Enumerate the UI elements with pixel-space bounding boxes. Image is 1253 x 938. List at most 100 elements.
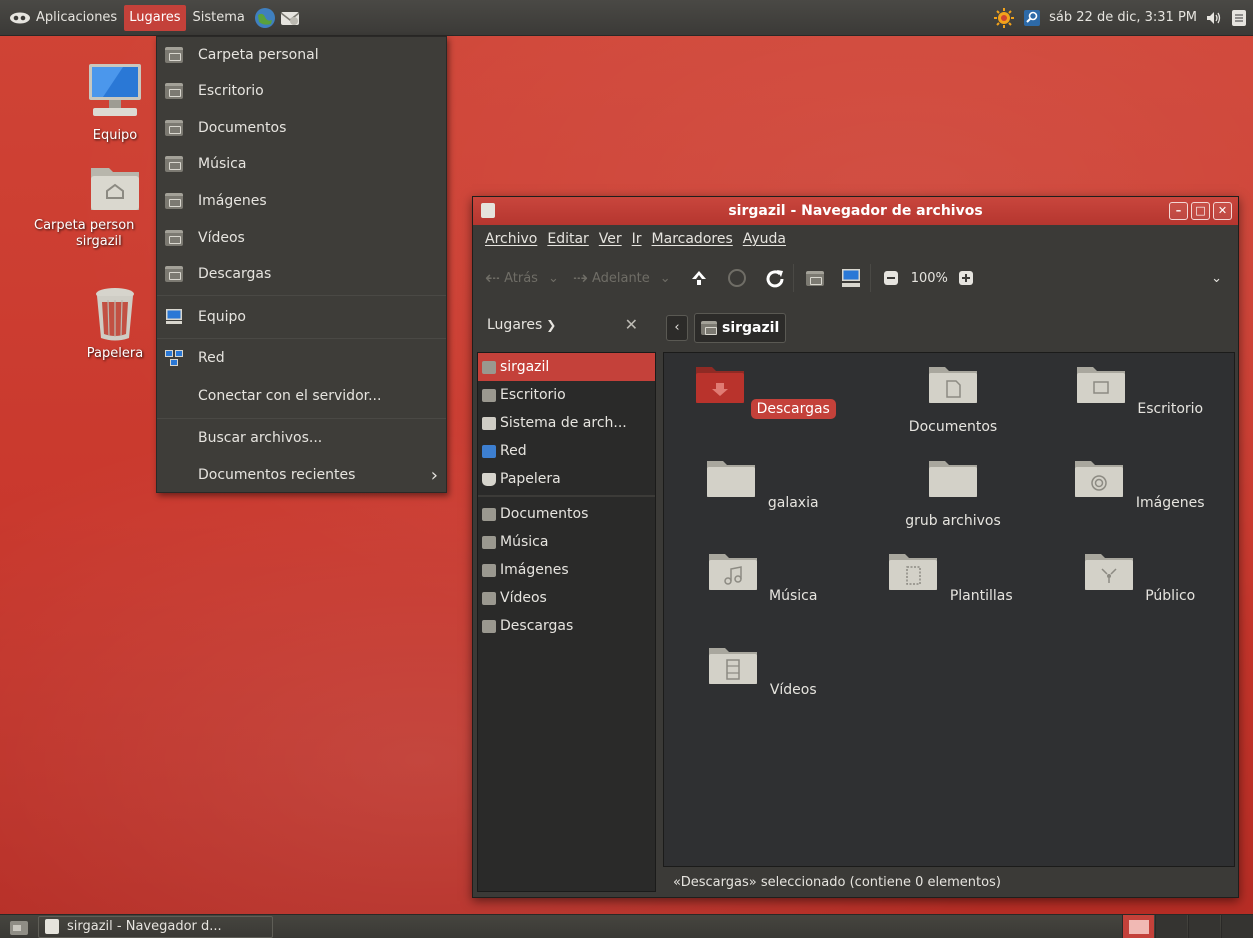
file-item-imagenes[interactable]: Imágenes (1067, 457, 1217, 513)
menu-marcadores[interactable]: Marcadores (652, 231, 733, 247)
menu-editar[interactable]: Editar (547, 231, 588, 247)
sidebar-item-escritorio[interactable]: Escritorio (478, 381, 655, 409)
sidebar-item-label: Descargas (500, 618, 574, 634)
maximize-button[interactable]: □ (1191, 202, 1210, 220)
file-item-descargas[interactable]: Descargas (690, 363, 840, 419)
menu-ayuda[interactable]: Ayuda (743, 231, 786, 247)
menu-item-imagenes[interactable]: Imágenes (157, 186, 446, 216)
sidebar-header[interactable]: Lugares ❯ ✕ (473, 305, 656, 345)
sidebar-item-sirgazil[interactable]: sirgazil (478, 353, 655, 381)
update-notifier-icon[interactable] (993, 7, 1015, 29)
close-sidebar-button[interactable]: ✕ (625, 315, 638, 334)
zoom-in-button[interactable] (958, 263, 974, 293)
home-folder-icon (805, 270, 824, 286)
pictures-folder-icon (1075, 461, 1124, 497)
sidebar-item-documentos[interactable]: Documentos (478, 500, 655, 528)
folder-icon (707, 461, 756, 497)
path-button-home[interactable]: sirgazil (694, 313, 787, 343)
filesystem-icon (482, 416, 496, 430)
home-folder-icon (482, 360, 496, 374)
sidebar-item-descargas[interactable]: Descargas (478, 612, 655, 640)
notes-icon[interactable] (1231, 9, 1247, 27)
search-tool-icon[interactable] (1023, 9, 1041, 27)
forward-button[interactable]: ⇢ Adelante ⌄ (573, 263, 671, 293)
up-button[interactable] (689, 263, 709, 293)
documents-folder-icon (929, 367, 977, 403)
file-item-musica[interactable]: Música (690, 550, 840, 606)
file-item-publico[interactable]: Público (1067, 550, 1217, 606)
taskbar-button-file-manager[interactable]: sirgazil - Navegador d... (38, 915, 273, 938)
home-button[interactable] (805, 263, 824, 293)
reload-button[interactable] (765, 263, 785, 293)
stop-button[interactable] (727, 263, 747, 293)
sidebar-item-network[interactable]: Red (478, 437, 655, 465)
mail-client-icon[interactable] (279, 7, 301, 29)
menu-item-label: Documentos (198, 120, 287, 136)
clock[interactable]: sáb 22 de dic, 3:31 PM (1049, 10, 1197, 25)
back-button-label: Atrás (504, 270, 538, 286)
window-titlebar[interactable]: sirgazil - Navegador de archivos – □ ✕ (473, 197, 1238, 225)
file-item-grub-archivos[interactable]: grub archivos (878, 457, 1028, 531)
sidebar-item-musica[interactable]: Música (478, 528, 655, 556)
zoom-out-button[interactable] (883, 263, 899, 293)
menu-item-conectar-servidor[interactable]: Conectar con el servidor... (157, 381, 446, 411)
file-item-documentos[interactable]: Documentos (878, 363, 1028, 437)
minimize-button[interactable]: – (1169, 202, 1188, 220)
menu-item-musica[interactable]: Música (157, 149, 446, 179)
workspace-4[interactable] (1221, 915, 1253, 938)
system-menu-label: Sistema (192, 9, 245, 25)
menu-ir[interactable]: Ir (632, 231, 642, 247)
menu-item-equipo[interactable]: Equipo (157, 302, 446, 332)
menu-item-documentos-recientes[interactable]: Documentos recientes › (157, 460, 446, 490)
menu-item-videos[interactable]: Vídeos (157, 223, 446, 253)
desktop-icon-computer[interactable]: Equipo (72, 60, 158, 144)
file-item-videos[interactable]: Vídeos (690, 644, 840, 700)
workspace-1[interactable] (1122, 915, 1154, 938)
documents-folder-icon (165, 120, 183, 136)
file-item-escritorio[interactable]: Escritorio (1067, 363, 1217, 419)
computer-button[interactable] (840, 263, 862, 293)
downloads-folder-icon (165, 266, 183, 282)
show-desktop-icon[interactable] (10, 919, 28, 935)
web-browser-icon[interactable] (254, 7, 276, 29)
toolbar-overflow-button[interactable]: ⌄ (1211, 263, 1222, 293)
menu-item-escritorio[interactable]: Escritorio (157, 76, 446, 106)
close-button[interactable]: ✕ (1213, 202, 1232, 220)
sidebar-item-videos[interactable]: Vídeos (478, 584, 655, 612)
system-menu[interactable]: Sistema (188, 5, 250, 31)
desktop-icon-trash[interactable]: Papelera (72, 286, 158, 362)
volume-icon[interactable] (1205, 9, 1223, 27)
menu-item-descargas[interactable]: Descargas (157, 259, 446, 289)
sidebar-item-trash[interactable]: Papelera (478, 465, 655, 493)
sidebar-item-label: Música (500, 534, 549, 550)
desktop-icon-home[interactable]: Carpeta person sirgazil (34, 162, 158, 250)
workspace-2[interactable] (1155, 915, 1187, 938)
file-view[interactable]: Descargas Documentos Escritorio galaxia … (663, 352, 1235, 867)
menu-item-red[interactable]: Red (157, 343, 446, 373)
workspace-3[interactable] (1188, 915, 1220, 938)
pictures-folder-icon (165, 193, 183, 209)
menu-archivo[interactable]: Archivo (485, 231, 537, 247)
applications-menu[interactable]: Aplicaciones (4, 5, 122, 31)
toolbar-separator (869, 264, 871, 292)
menu-item-carpeta-personal[interactable]: Carpeta personal (157, 40, 446, 70)
zoom-out-icon (883, 271, 898, 285)
back-button[interactable]: ⇠ Atrás ⌄ (485, 263, 559, 293)
path-back-button[interactable]: ‹ (666, 315, 688, 341)
sidebar-item-imagenes[interactable]: Imágenes (478, 556, 655, 584)
chevron-down-icon: ❯ (546, 318, 557, 332)
window-menu-icon[interactable] (481, 203, 495, 218)
window-toolbar: ⇠ Atrás ⌄ ⇢ Adelante ⌄ 100% ⌄ (473, 253, 1238, 303)
file-item-plantillas[interactable]: Plantillas (878, 550, 1028, 606)
sidebar-item-label: Escritorio (500, 387, 566, 403)
sidebar-item-filesystem[interactable]: Sistema de arch... (478, 409, 655, 437)
menu-ver[interactable]: Ver (599, 231, 622, 247)
file-item-galaxia[interactable]: galaxia (690, 457, 840, 513)
trash-icon (96, 288, 134, 341)
menu-item-documentos[interactable]: Documentos (157, 113, 446, 143)
places-menu[interactable]: Lugares (124, 4, 186, 31)
menu-item-label: Documentos recientes (198, 467, 356, 483)
window-menubar: Archivo Editar Ver Ir Marcadores Ayuda (473, 225, 1238, 253)
zoom-in-icon (958, 271, 973, 285)
menu-item-buscar-archivos[interactable]: Buscar archivos... (157, 423, 446, 453)
